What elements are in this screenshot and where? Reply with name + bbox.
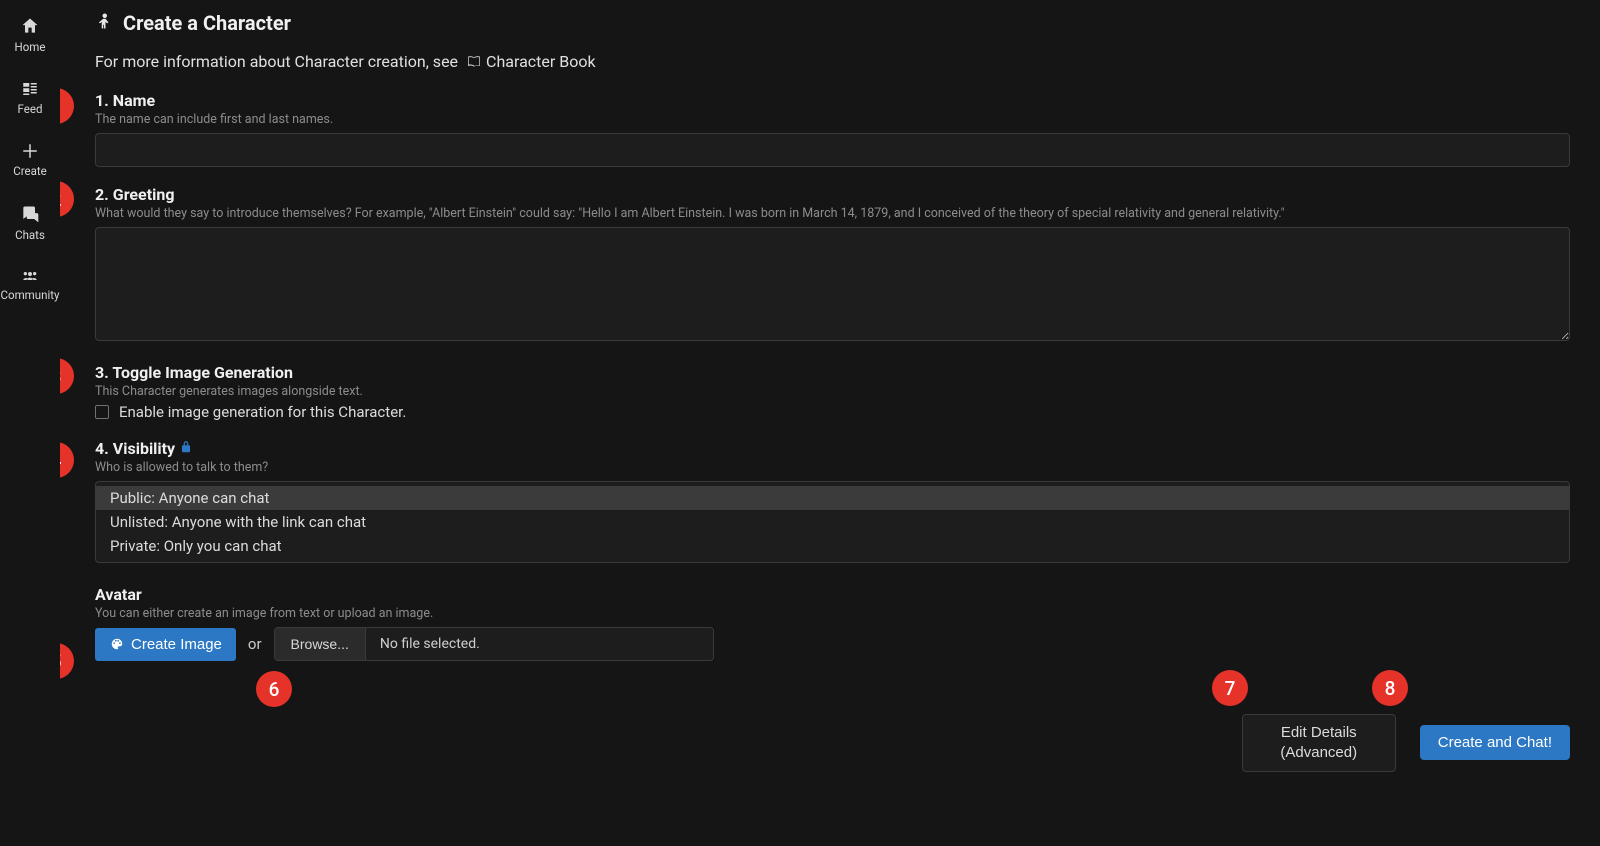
nav-chats[interactable]: Chats xyxy=(0,194,60,258)
nav-label: Community xyxy=(1,288,60,302)
annotation-7: 7 xyxy=(1212,670,1248,706)
person-icon xyxy=(95,10,113,36)
file-status: No file selected. xyxy=(366,628,713,660)
lock-icon xyxy=(179,439,193,458)
greeting-textarea[interactable] xyxy=(95,227,1570,341)
visibility-select[interactable]: Public: Anyone can chat Unlisted: Anyone… xyxy=(95,481,1570,563)
or-text: or xyxy=(248,635,262,653)
annotation-1: 1 xyxy=(60,88,74,124)
section-sub: You can either create an image from text… xyxy=(95,606,1570,621)
section-sub: What would they say to introduce themsel… xyxy=(95,206,1570,221)
info-prefix: For more information about Character cre… xyxy=(95,52,458,71)
main-content: 1 2 3 4 5 6 7 8 Create a Character For m… xyxy=(60,0,1600,846)
page-title: Create a Character xyxy=(123,11,291,35)
feed-icon xyxy=(20,80,40,98)
section-title: 2. Greeting xyxy=(95,185,1570,204)
annotation-8: 8 xyxy=(1372,670,1408,706)
visibility-option-unlisted[interactable]: Unlisted: Anyone with the link can chat xyxy=(96,510,1569,534)
nav-label: Home xyxy=(15,40,46,54)
nav-feed[interactable]: Feed xyxy=(0,70,60,132)
book-link-text: Character Book xyxy=(486,52,596,71)
chats-icon xyxy=(20,204,40,224)
checkbox-label: Enable image generation for this Charact… xyxy=(119,403,406,421)
annotation-5: 5 xyxy=(60,643,74,679)
palette-icon xyxy=(109,637,125,651)
visibility-option-public[interactable]: Public: Anyone can chat xyxy=(96,486,1569,510)
file-input-wrap: Browse... No file selected. xyxy=(274,627,714,661)
nav-label: Chats xyxy=(15,228,45,242)
name-input[interactable] xyxy=(95,133,1570,167)
home-icon xyxy=(19,16,41,36)
annotation-2: 2 xyxy=(60,181,74,217)
section-sub: The name can include first and last name… xyxy=(95,112,1570,127)
imagegen-checkbox-row[interactable]: Enable image generation for this Charact… xyxy=(95,403,1570,421)
section-title: Avatar xyxy=(95,585,1570,604)
annotation-3: 3 xyxy=(60,358,74,394)
plus-icon xyxy=(21,142,39,160)
book-icon xyxy=(464,54,484,70)
create-and-chat-button[interactable]: Create and Chat! xyxy=(1420,725,1570,760)
annotation-4: 4 xyxy=(60,442,74,478)
section-title: 4. Visibility xyxy=(95,439,1570,458)
nav-label: Create xyxy=(13,164,47,178)
browse-button[interactable]: Browse... xyxy=(275,628,366,660)
section-title: 1. Name xyxy=(95,91,1570,110)
nav-community[interactable]: Community xyxy=(0,258,60,318)
info-row: For more information about Character cre… xyxy=(95,52,1570,71)
visibility-option-private[interactable]: Private: Only you can chat xyxy=(96,534,1569,558)
annotation-6: 6 xyxy=(256,671,292,707)
character-book-link[interactable]: Character Book xyxy=(464,52,596,71)
create-image-button[interactable]: Create Image xyxy=(95,628,236,661)
nav-home[interactable]: Home xyxy=(0,6,60,70)
section-name: 1. Name The name can include first and l… xyxy=(95,91,1570,167)
nav-label: Feed xyxy=(18,102,43,116)
checkbox-icon[interactable] xyxy=(95,405,109,419)
footer-actions: Edit Details (Advanced) Create and Chat! xyxy=(1242,714,1570,773)
section-imagegen: 3. Toggle Image Generation This Characte… xyxy=(95,363,1570,421)
create-image-label: Create Image xyxy=(131,636,222,653)
section-title: 3. Toggle Image Generation xyxy=(95,363,1570,382)
edit-details-button[interactable]: Edit Details (Advanced) xyxy=(1242,714,1396,773)
section-avatar: Avatar You can either create an image fr… xyxy=(95,585,1570,661)
section-sub: This Character generates images alongsid… xyxy=(95,384,1570,399)
nav-create[interactable]: Create xyxy=(0,132,60,194)
section-sub: Who is allowed to talk to them? xyxy=(95,460,1570,475)
section-visibility: 4. Visibility Who is allowed to talk to … xyxy=(95,439,1570,563)
sidebar: Home Feed Create Chats Community xyxy=(0,0,60,846)
community-icon xyxy=(19,268,41,284)
section-greeting: 2. Greeting What would they say to intro… xyxy=(95,185,1570,345)
